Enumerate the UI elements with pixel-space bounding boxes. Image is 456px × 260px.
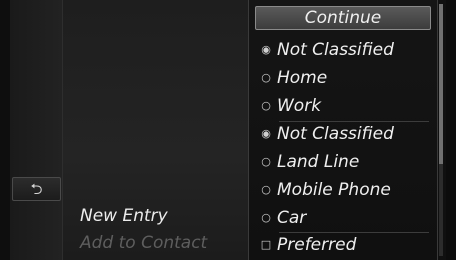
option-car[interactable]: ○ Car (255, 205, 431, 231)
option-preferred[interactable]: □ Preferred (255, 232, 431, 258)
left-edge (0, 0, 10, 260)
option-label: Home (277, 68, 328, 88)
back-button[interactable]: ⮌ (12, 177, 61, 201)
new-entry-item[interactable]: New Entry (80, 206, 168, 226)
option-label: Not Classified (277, 124, 394, 144)
left-panel (10, 0, 63, 260)
option-not-classified-1[interactable]: ◉ Not Classified (255, 37, 431, 63)
radio-icon: ○ (261, 211, 271, 224)
option-label: Not Classified (277, 40, 394, 60)
option-work[interactable]: ○ Work (255, 93, 431, 119)
radio-icon: ○ (261, 71, 271, 84)
radio-icon: ○ (261, 155, 271, 168)
checkbox-icon: □ (260, 238, 272, 251)
option-label: Work (277, 96, 322, 116)
add-to-contact-item: Add to Contact (80, 233, 208, 253)
radio-icon: ○ (261, 99, 271, 112)
option-label: Land Line (277, 152, 360, 172)
option-not-classified-2[interactable]: ◉ Not Classified (255, 121, 431, 147)
radio-icon: ○ (261, 183, 271, 196)
option-label: Car (277, 208, 307, 228)
option-label: Preferred (277, 235, 357, 255)
right-edge (446, 0, 456, 260)
option-home[interactable]: ○ Home (255, 65, 431, 91)
back-arrow-icon: ⮌ (30, 180, 43, 198)
options-menu: Continue ◉ Not Classified ○ Home ○ Work ◉ No… (248, 0, 438, 260)
continue-button[interactable]: Continue (255, 6, 431, 30)
option-label: Mobile Phone (277, 180, 391, 200)
radio-selected-icon: ◉ (261, 127, 271, 140)
scrollbar-thumb[interactable] (439, 4, 443, 164)
radio-selected-icon: ◉ (261, 43, 271, 56)
option-land-line[interactable]: ○ Land Line (255, 149, 431, 175)
option-mobile-phone[interactable]: ○ Mobile Phone (255, 177, 431, 203)
